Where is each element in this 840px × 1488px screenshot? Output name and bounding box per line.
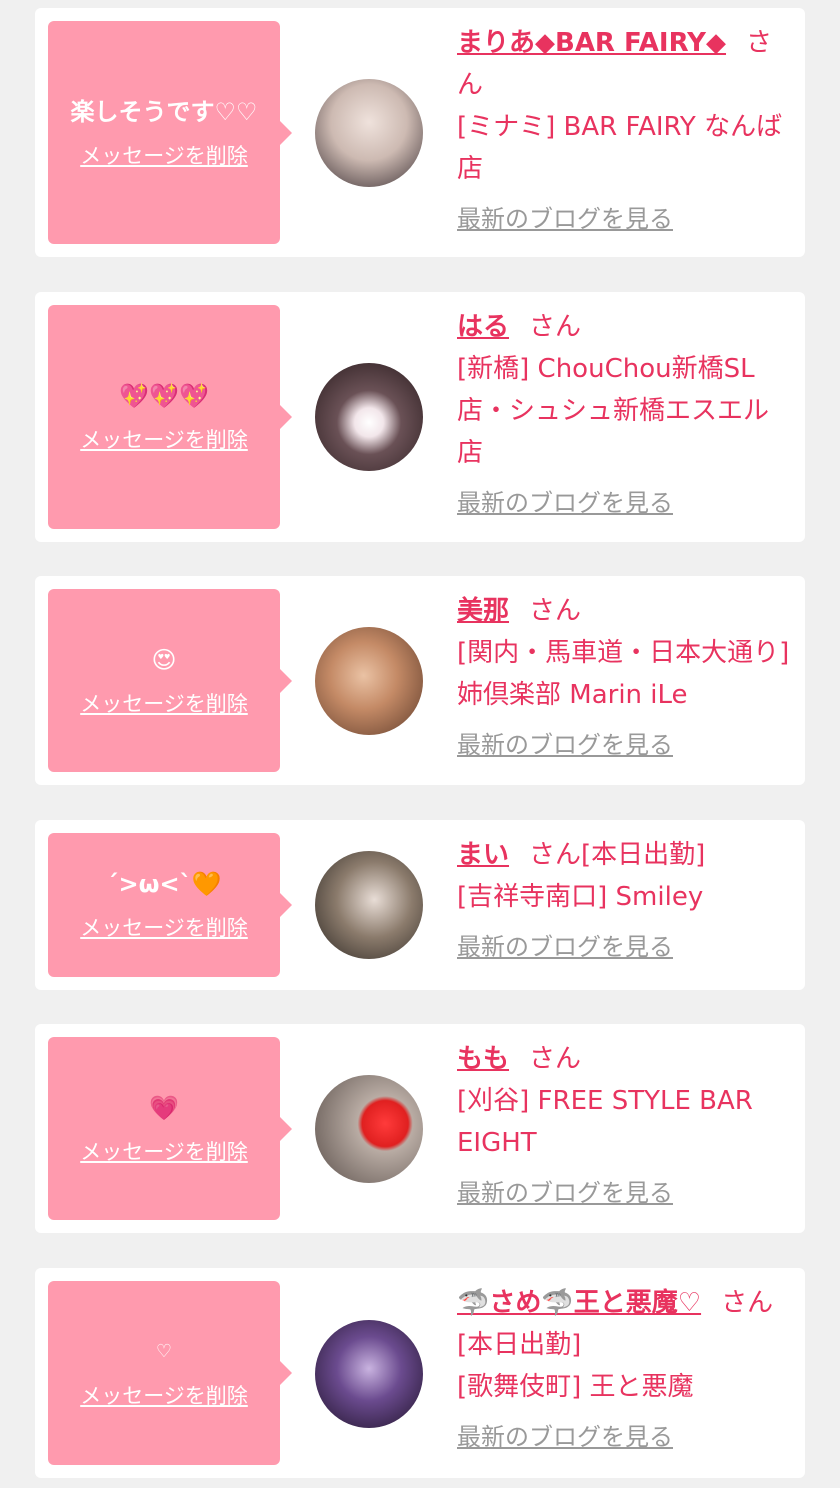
latest-blog-link[interactable]: 最新のブログを見る [457,1416,673,1458]
latest-blog-link[interactable]: 最新のブログを見る [457,482,673,524]
honorific: さん [529,596,582,626]
honorific: さん [529,312,582,342]
latest-blog-link[interactable]: 最新のブログを見る [457,1172,673,1214]
shop-info: [刈谷] FREE STYLE BAR EIGHT [457,1086,753,1158]
message-text: ´>ω<`🧡 [106,870,222,898]
cast-name-link[interactable]: はる [457,312,509,342]
avatar[interactable] [315,363,423,471]
message-card: 😍 メッセージを削除 美那 さん [関内・馬車道・日本大通り] 姉倶楽部 Mari… [35,576,805,785]
delete-message-link[interactable]: メッセージを削除 [80,140,248,170]
avatar[interactable] [315,627,423,735]
honorific: さん [529,840,582,870]
cast-info: もも さん [刈谷] FREE STYLE BAR EIGHT 最新のブログを見る [457,1038,793,1214]
avatar[interactable] [315,851,423,959]
latest-blog-link[interactable]: 最新のブログを見る [457,926,673,968]
cast-info: 美那 さん [関内・馬車道・日本大通り] 姉倶楽部 Marin iLe 最新のブロ… [457,590,793,766]
message-bubble: 😍 メッセージを削除 [48,589,292,772]
avatar[interactable] [315,1075,423,1183]
attendance-badge: [本日出勤] [457,1330,582,1360]
message-bubble: ´>ω<`🧡 メッセージを削除 [48,833,292,977]
cast-info: まい さん[本日出勤] [吉祥寺南口] Smiley 最新のブログを見る [457,834,793,968]
avatar[interactable] [315,79,423,187]
delete-message-link[interactable]: メッセージを削除 [80,688,248,718]
delete-message-link[interactable]: メッセージを削除 [80,1380,248,1410]
message-card: 楽しそうです♡♡ メッセージを削除 まりあ◆BAR FAIRY◆ さん [ミナミ]… [35,8,805,257]
cast-name-link[interactable]: もも [457,1044,509,1074]
delete-message-link[interactable]: メッセージを削除 [80,1136,248,1166]
cast-name-link[interactable]: まい [457,840,509,870]
latest-blog-link[interactable]: 最新のブログを見る [457,198,673,240]
message-card: ♡ メッセージを削除 🦈さめ🦈王と悪魔♡ さん [本日出勤] [歌舞伎町] 王と悪… [35,1268,805,1478]
cast-info: まりあ◆BAR FAIRY◆ さん [ミナミ] BAR FAIRY なんば店 最新… [457,22,793,240]
message-bubble: 💖💖💖 メッセージを削除 [48,305,292,529]
message-text: 💗 [149,1093,179,1122]
message-card: 💗 メッセージを削除 もも さん [刈谷] FREE STYLE BAR EIGH… [35,1024,805,1233]
delete-message-link[interactable]: メッセージを削除 [80,424,248,454]
cast-name-link[interactable]: まりあ◆BAR FAIRY◆ [457,28,726,58]
avatar[interactable] [315,1320,423,1428]
attendance-badge: [本日出勤] [581,840,706,870]
cast-name-link[interactable]: 🦈さめ🦈王と悪魔♡ [457,1288,701,1318]
cast-name-link[interactable]: 美那 [457,596,509,626]
shop-info: [歌舞伎町] 王と悪魔 [457,1372,694,1402]
message-card: 💖💖💖 メッセージを削除 はる さん [新橋] ChouChou新橋SL店・シュシ… [35,292,805,542]
latest-blog-link[interactable]: 最新のブログを見る [457,724,673,766]
shop-info: [ミナミ] BAR FAIRY なんば店 [457,112,783,184]
message-bubble: 💗 メッセージを削除 [48,1037,292,1220]
shop-info: [関内・馬車道・日本大通り] 姉倶楽部 Marin iLe [457,638,790,710]
message-text: 楽しそうです♡♡ [70,97,258,126]
cast-info: 🦈さめ🦈王と悪魔♡ さん [本日出勤] [歌舞伎町] 王と悪魔 最新のブログを見る [457,1282,793,1458]
delete-message-link[interactable]: メッセージを削除 [80,912,248,942]
shop-info: [吉祥寺南口] Smiley [457,882,704,912]
message-text: ♡ [155,1341,173,1362]
message-text: 😍 [151,645,177,674]
message-bubble: 楽しそうです♡♡ メッセージを削除 [48,21,292,244]
message-text: 💖💖💖 [119,382,209,410]
honorific: さん [721,1288,774,1318]
shop-info: [新橋] ChouChou新橋SL店・シュシュ新橋エスエル店 [457,354,770,468]
message-bubble: ♡ メッセージを削除 [48,1281,292,1465]
cast-info: はる さん [新橋] ChouChou新橋SL店・シュシュ新橋エスエル店 最新のブ… [457,306,793,524]
honorific: さん [529,1044,582,1074]
message-card: ´>ω<`🧡 メッセージを削除 まい さん[本日出勤] [吉祥寺南口] Smile… [35,820,805,990]
